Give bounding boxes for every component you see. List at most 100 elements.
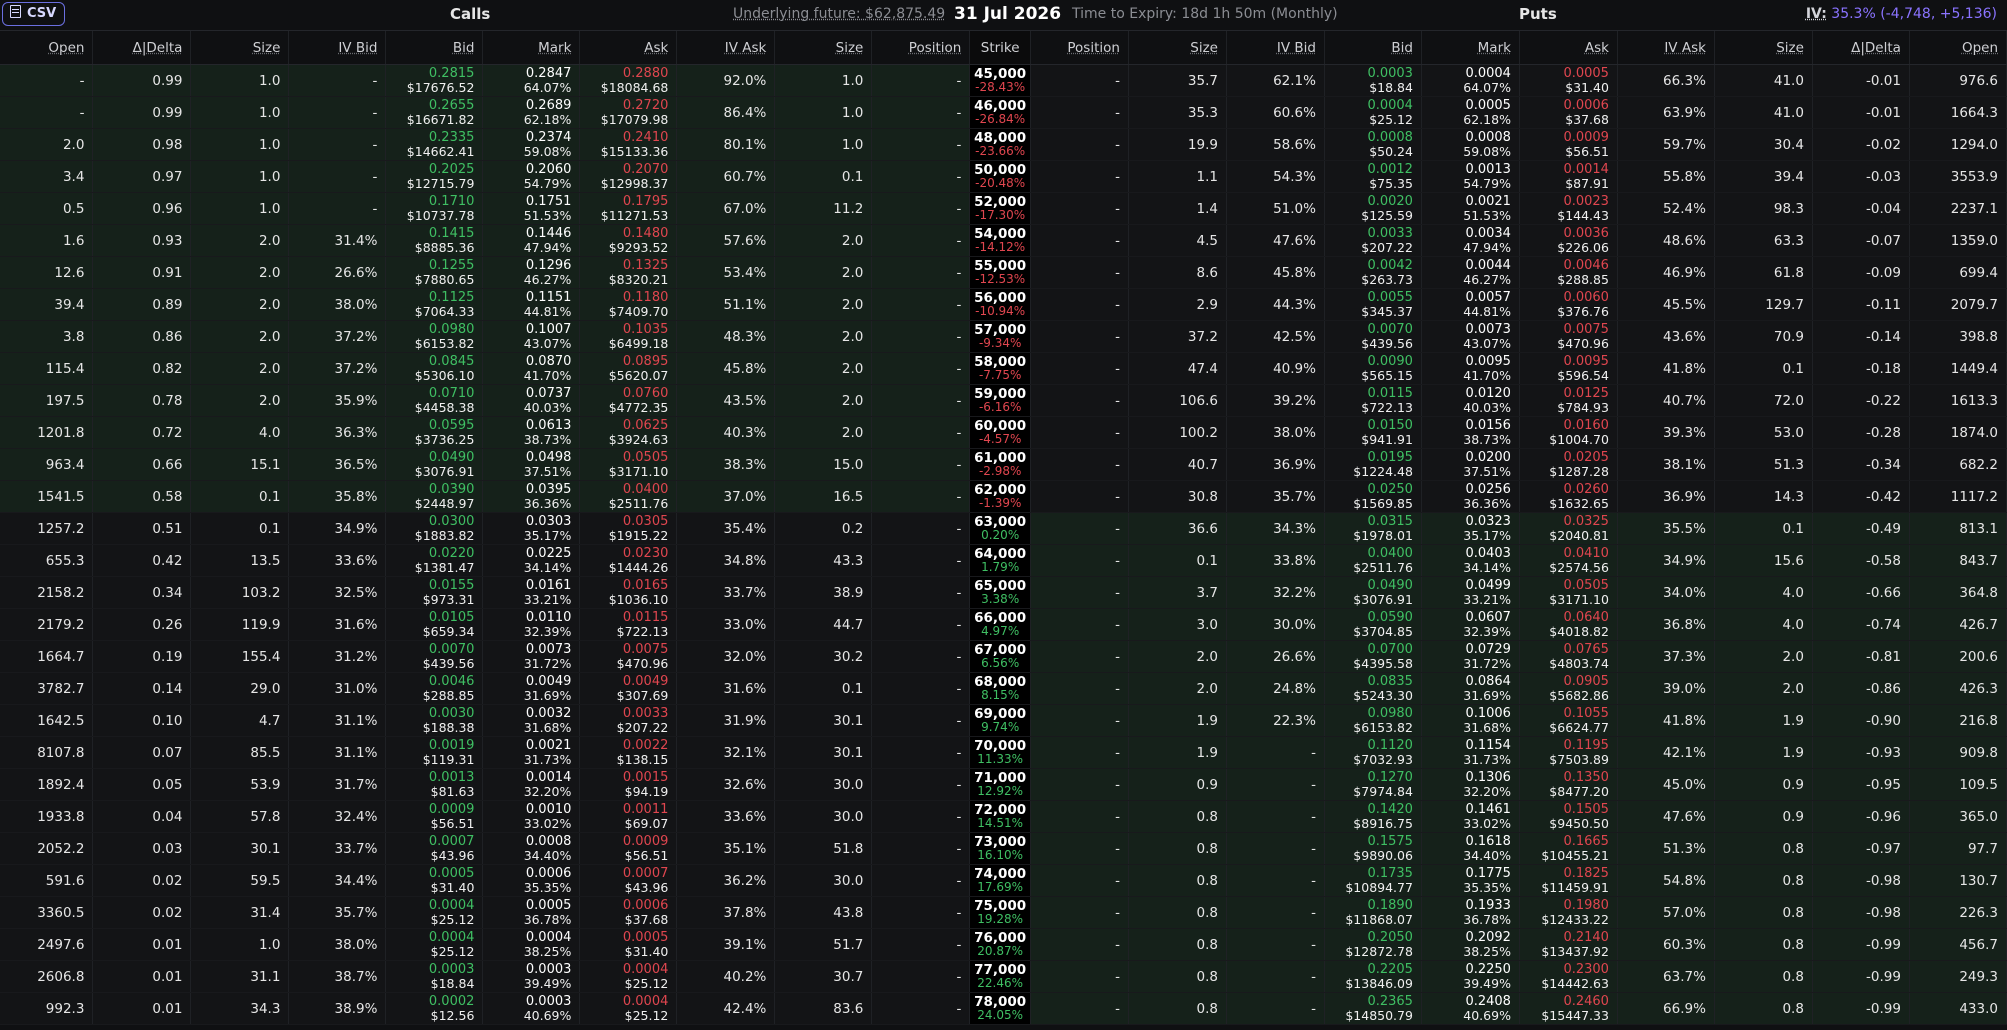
put-bid[interactable]: 0.1890 $11868.07: [1324, 896, 1422, 929]
put-bid[interactable]: 0.2365 $14850.79: [1324, 992, 1422, 1025]
put-mark[interactable]: 0.0044 46.27%: [1421, 256, 1520, 289]
put-mark[interactable]: 0.1154 31.73%: [1421, 736, 1520, 769]
col-header[interactable]: Bid: [1324, 31, 1422, 65]
col-header[interactable]: Mark: [482, 31, 581, 65]
call-ask[interactable]: 0.0005 $31.40: [579, 928, 678, 961]
call-bid[interactable]: 0.2335 $14662.41: [385, 128, 484, 161]
expiry-date-selector[interactable]: 31 Jul 2026: [954, 0, 1061, 30]
table-row[interactable]: 2606.8 0.01 31.1 38.7% 0.0003 $18.84 0.0003 39.…: [0, 960, 2007, 993]
col-header[interactable]: Size: [774, 31, 873, 65]
put-bid[interactable]: 0.0033 $207.22: [1324, 224, 1422, 257]
call-ask-size[interactable]: 1.0: [774, 64, 873, 97]
call-bid[interactable]: 0.0046 $288.85: [385, 672, 484, 705]
put-bid-size[interactable]: 3.0: [1128, 608, 1227, 641]
table-row[interactable]: 1.6 0.93 2.0 31.4% 0.1415 $8885.36 0.1446 47.94…: [0, 224, 2007, 257]
put-bid[interactable]: 0.0250 $1569.85: [1324, 480, 1422, 513]
call-ask[interactable]: 0.0165 $1036.10: [579, 576, 678, 609]
call-ask-size[interactable]: 2.0: [774, 416, 873, 449]
call-ask[interactable]: 0.1180 $7409.70: [579, 288, 678, 321]
put-bid-size[interactable]: 4.5: [1128, 224, 1227, 257]
call-bid[interactable]: 0.0030 $188.38: [385, 704, 484, 737]
table-row[interactable]: 3782.7 0.14 29.0 31.0% 0.0046 $288.85 0.0049 31…: [0, 672, 2007, 705]
put-ask[interactable]: 0.0260 $1632.65: [1519, 480, 1618, 513]
table-row[interactable]: 8107.8 0.07 85.5 31.1% 0.0019 $119.31 0.0021 31…: [0, 736, 2007, 769]
put-ask[interactable]: 0.2300 $14442.63: [1519, 960, 1618, 993]
put-bid[interactable]: 0.0195 $1224.48: [1324, 448, 1422, 481]
put-mark[interactable]: 0.0034 47.94%: [1421, 224, 1520, 257]
call-bid[interactable]: 0.0490 $3076.91: [385, 448, 484, 481]
put-mark[interactable]: 0.2250 39.49%: [1421, 960, 1520, 993]
put-bid-size[interactable]: 0.8: [1128, 864, 1227, 897]
call-mark[interactable]: 0.0870 41.70%: [482, 352, 581, 385]
call-mark[interactable]: 0.1446 47.94%: [482, 224, 581, 257]
put-bid[interactable]: 0.1120 $7032.93: [1324, 736, 1422, 769]
put-ask[interactable]: 0.0006 $37.68: [1519, 96, 1618, 129]
table-row[interactable]: 2179.2 0.26 119.9 31.6% 0.0105 $659.34 0.0110 3…: [0, 608, 2007, 641]
call-ask[interactable]: 0.0033 $207.22: [579, 704, 678, 737]
call-ask-size[interactable]: 15.0: [774, 448, 873, 481]
call-ask[interactable]: 0.2720 $17079.98: [579, 96, 678, 129]
call-ask-size[interactable]: 2.0: [774, 256, 873, 289]
call-ask[interactable]: 0.0230 $1444.26: [579, 544, 678, 577]
put-mark[interactable]: 0.0057 44.81%: [1421, 288, 1520, 321]
call-bid-size[interactable]: 2.0: [190, 256, 290, 289]
call-bid-size[interactable]: 155.4: [190, 640, 290, 673]
table-row[interactable]: 3.4 0.97 1.0-0.2025 $12715.79 0.2060 54.79% 0.…: [0, 160, 2007, 193]
put-bid-size[interactable]: 30.8: [1128, 480, 1227, 513]
put-mark[interactable]: 0.2092 38.25%: [1421, 928, 1520, 961]
put-bid-size[interactable]: 0.1: [1128, 544, 1227, 577]
put-bid-size[interactable]: 19.9: [1128, 128, 1227, 161]
call-bid-size[interactable]: 13.5: [190, 544, 290, 577]
put-ask[interactable]: 0.0036 $226.06: [1519, 224, 1618, 257]
table-row[interactable]: 12.6 0.91 2.0 26.6% 0.1255 $7880.65 0.1296 46.2…: [0, 256, 2007, 289]
call-mark[interactable]: 0.0737 40.03%: [482, 384, 581, 417]
call-bid[interactable]: 0.0155 $973.31: [385, 576, 484, 609]
put-ask-size[interactable]: 70.9: [1714, 320, 1813, 353]
put-mark[interactable]: 0.0021 51.53%: [1421, 192, 1520, 225]
call-mark[interactable]: 0.0003 39.49%: [482, 960, 581, 993]
put-mark[interactable]: 0.2408 40.69%: [1421, 992, 1520, 1025]
call-bid[interactable]: 0.0003 $18.84: [385, 960, 484, 993]
table-row[interactable]: 3360.5 0.02 31.4 35.7% 0.0004 $25.12 0.0005 36.…: [0, 896, 2007, 929]
call-ask[interactable]: 0.0007 $43.96: [579, 864, 678, 897]
call-bid[interactable]: 0.0300 $1883.82: [385, 512, 484, 545]
col-header[interactable]: IV Ask: [1617, 31, 1715, 65]
call-mark[interactable]: 0.0395 36.36%: [482, 480, 581, 513]
call-ask[interactable]: 0.1480 $9293.52: [579, 224, 678, 257]
put-ask[interactable]: 0.0009 $56.51: [1519, 128, 1618, 161]
put-bid[interactable]: 0.0004 $25.12: [1324, 96, 1422, 129]
put-bid-size[interactable]: 0.8: [1128, 992, 1227, 1025]
put-ask[interactable]: 0.0505 $3171.10: [1519, 576, 1618, 609]
put-ask[interactable]: 0.1505 $9450.50: [1519, 800, 1618, 833]
put-bid-size[interactable]: 36.6: [1128, 512, 1227, 545]
call-bid-size[interactable]: 0.1: [190, 480, 290, 513]
put-ask-size[interactable]: 41.0: [1714, 96, 1813, 129]
call-ask[interactable]: 0.0011 $69.07: [579, 800, 678, 833]
call-bid-size[interactable]: 31.1: [190, 960, 290, 993]
table-row[interactable]: 655.3 0.42 13.5 33.6% 0.0220 $1381.47 0.0225 34…: [0, 544, 2007, 577]
call-bid-size[interactable]: 2.0: [190, 288, 290, 321]
put-ask-size[interactable]: 0.8: [1714, 928, 1813, 961]
call-bid-size[interactable]: 30.1: [190, 832, 290, 865]
table-row[interactable]: 2.0 0.98 1.0-0.2335 $14662.41 0.2374 59.08% 0.…: [0, 128, 2007, 161]
call-bid[interactable]: 0.0005 $31.40: [385, 864, 484, 897]
put-bid[interactable]: 0.0090 $565.15: [1324, 352, 1422, 385]
put-bid[interactable]: 0.0490 $3076.91: [1324, 576, 1422, 609]
table-row[interactable]: 1257.2 0.51 0.1 34.9% 0.0300 $1883.82 0.0303 35…: [0, 512, 2007, 545]
call-bid-size[interactable]: 4.7: [190, 704, 290, 737]
call-ask-size[interactable]: 30.2: [774, 640, 873, 673]
col-header[interactable]: Size: [190, 31, 290, 65]
call-mark[interactable]: 0.0073 31.72%: [482, 640, 581, 673]
call-ask[interactable]: 0.2410 $15133.36: [579, 128, 678, 161]
put-ask-size[interactable]: 41.0: [1714, 64, 1813, 97]
call-ask[interactable]: 0.0505 $3171.10: [579, 448, 678, 481]
put-bid-size[interactable]: 1.1: [1128, 160, 1227, 193]
put-ask-size[interactable]: 39.4: [1714, 160, 1813, 193]
put-ask-size[interactable]: 4.0: [1714, 576, 1813, 609]
table-row[interactable]: -0.99 1.0-0.2655 $16671.82 0.2689 62.18% 0.27…: [0, 96, 2007, 129]
call-bid-size[interactable]: 29.0: [190, 672, 290, 705]
call-ask[interactable]: 0.0305 $1915.22: [579, 512, 678, 545]
put-bid-size[interactable]: 2.0: [1128, 640, 1227, 673]
call-mark[interactable]: 0.0161 33.21%: [482, 576, 581, 609]
put-mark[interactable]: 0.0013 54.79%: [1421, 160, 1520, 193]
